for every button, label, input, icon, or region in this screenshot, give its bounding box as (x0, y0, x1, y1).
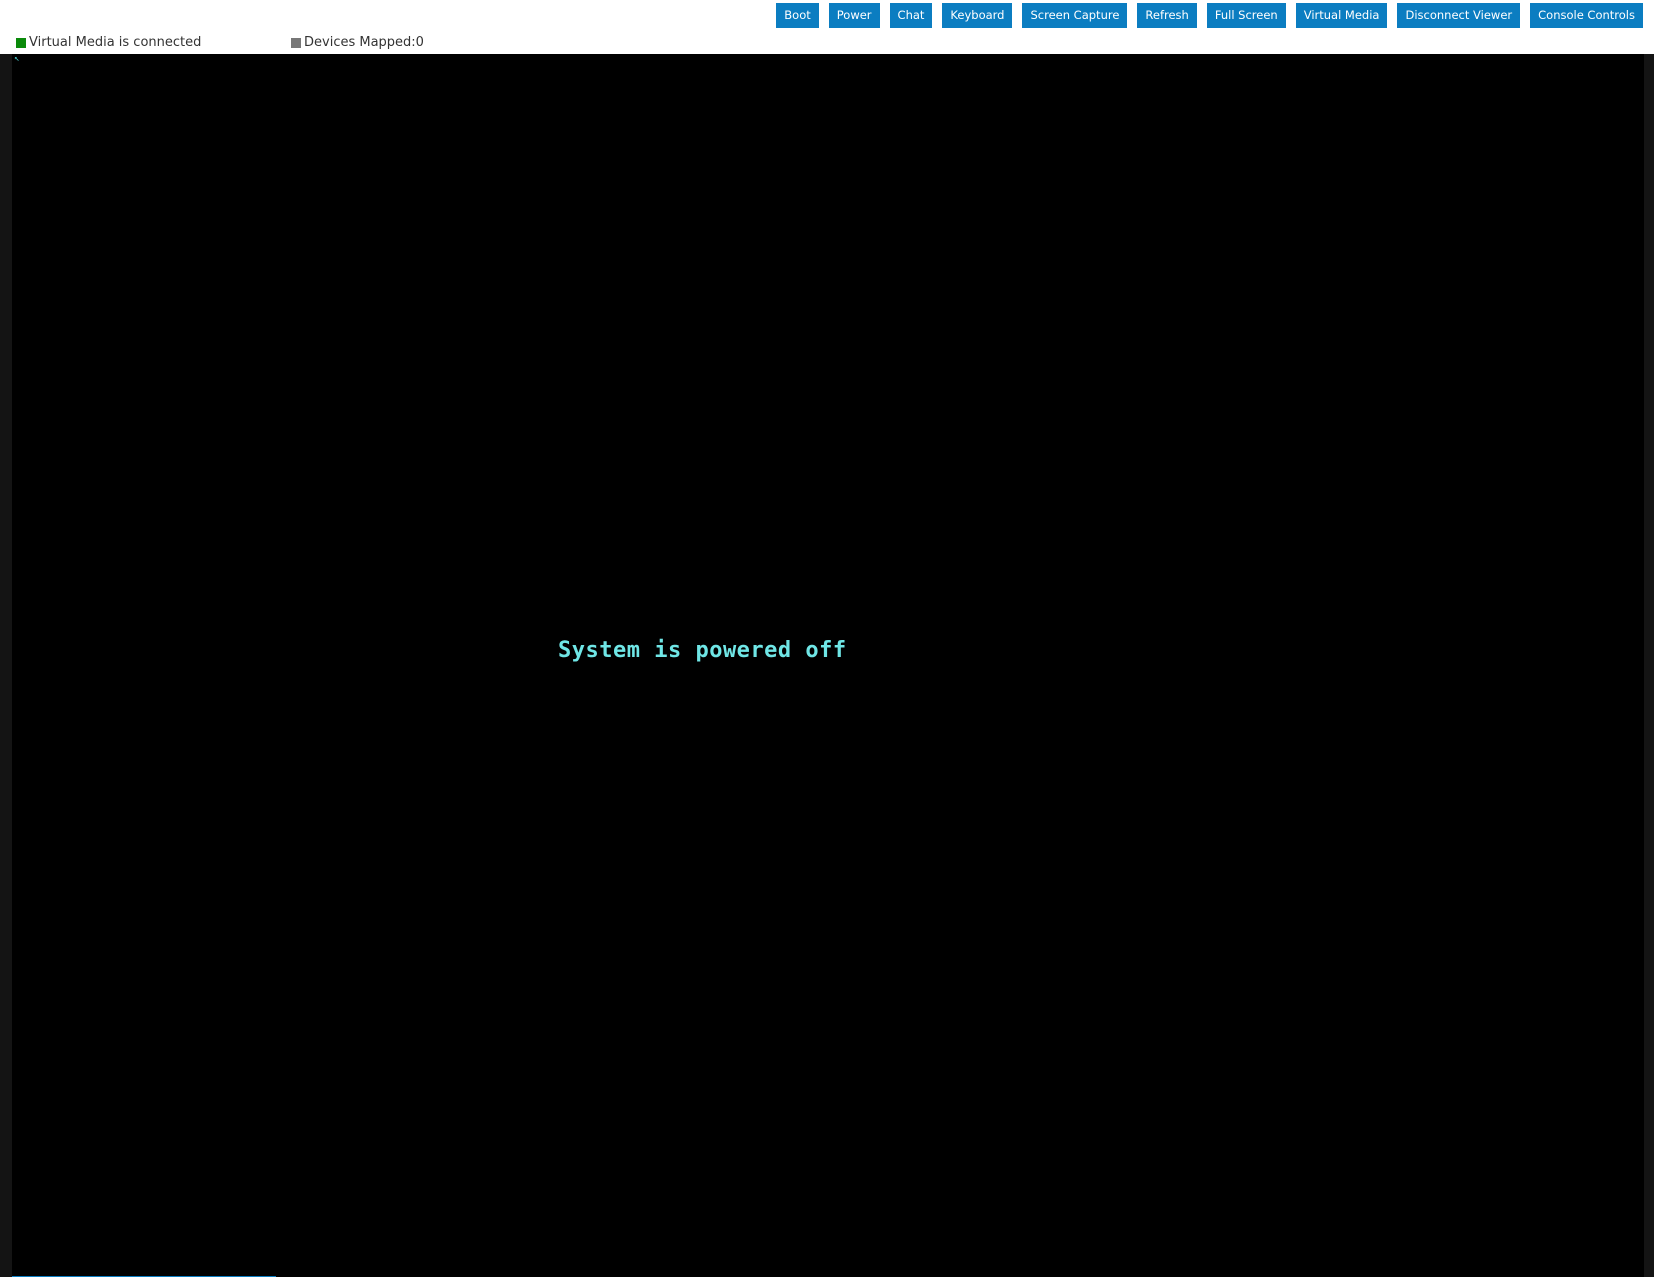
status-indicator-icon (16, 37, 26, 48)
screen-capture-button[interactable]: Screen Capture (1022, 3, 1128, 28)
full-screen-button[interactable]: Full Screen (1206, 3, 1286, 28)
virtual-media-status: Virtual Media is connected (16, 35, 201, 50)
console-screen[interactable]: ↖ System is powered off (0, 54, 1654, 1277)
toolbar-buttons: Boot Power Chat Keyboard Screen Capture … (776, 3, 1643, 28)
mouse-cursor-icon: ↖ (14, 54, 20, 64)
chat-button[interactable]: Chat (889, 3, 933, 28)
refresh-button[interactable]: Refresh (1137, 3, 1197, 28)
virtual-console-page: Boot Power Chat Keyboard Screen Capture … (0, 0, 1654, 1277)
devices-indicator-icon (291, 37, 301, 48)
console-left-border (0, 54, 12, 1277)
console-right-border (1644, 54, 1654, 1277)
power-state-message: System is powered off (558, 638, 847, 663)
power-button[interactable]: Power (828, 3, 880, 28)
virtual-media-status-text: Virtual Media is connected (29, 35, 202, 50)
disconnect-viewer-button[interactable]: Disconnect Viewer (1397, 3, 1521, 28)
virtual-media-button[interactable]: Virtual Media (1295, 3, 1388, 28)
console-toolbar: Boot Power Chat Keyboard Screen Capture … (0, 0, 1654, 54)
console-controls-button[interactable]: Console Controls (1530, 3, 1643, 28)
keyboard-button[interactable]: Keyboard (942, 3, 1013, 28)
boot-button[interactable]: Boot (776, 3, 819, 28)
devices-mapped-text: Devices Mapped:0 (304, 35, 424, 50)
devices-mapped-status: Devices Mapped:0 (291, 35, 424, 50)
